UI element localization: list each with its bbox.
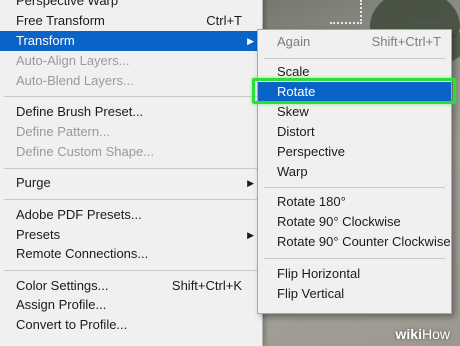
menu-item-label: Presets xyxy=(16,227,61,242)
submenu-separator xyxy=(264,187,445,188)
submenu-item-label: Skew xyxy=(277,104,309,119)
menu-item-label: Define Custom Shape... xyxy=(16,144,155,159)
menu-item-color-settings[interactable]: Color Settings... Shift+Ctrl+K xyxy=(0,276,262,296)
submenu-item-label: Rotate 90° Clockwise xyxy=(277,214,401,229)
submenu-item-label: Perspective xyxy=(277,144,345,159)
menu-item-label: Define Brush Preset... xyxy=(16,104,144,119)
watermark-suffix: How xyxy=(421,326,450,342)
menu-item-label: Transform xyxy=(16,33,75,48)
menu-item-assign-profile[interactable]: Assign Profile... xyxy=(0,295,262,315)
menu-item-transform[interactable]: Transform ▶ xyxy=(0,31,262,51)
submenu-arrow-icon: ▶ xyxy=(247,178,254,188)
menu-item-shortcut: Shift+Ctrl+K xyxy=(171,278,242,293)
menu-item-label: Color Settings... xyxy=(16,278,109,293)
submenu-item-label: Again xyxy=(277,34,311,49)
menu-item-label: Perspective Warp xyxy=(16,0,119,8)
menu-item-label: Remote Connections... xyxy=(16,246,149,261)
transform-submenu: Again Shift+Ctrl+T Scale Rotate Skew Dis… xyxy=(257,29,452,314)
menu-separator xyxy=(4,168,258,169)
submenu-item-label: Warp xyxy=(277,164,308,179)
menu-item-define-custom-shape[interactable]: Define Custom Shape... xyxy=(0,142,262,162)
menu-item-label: Auto-Align Layers... xyxy=(16,53,130,68)
menu-item-label: Assign Profile... xyxy=(16,297,107,312)
submenu-item-rotate-90-counter-clockwise[interactable]: Rotate 90° Counter Clockwise xyxy=(258,232,451,252)
submenu-separator xyxy=(264,58,445,59)
menu-item-shortcut: Ctrl+T xyxy=(206,13,242,28)
menu-item-label: Define Pattern... xyxy=(16,124,110,139)
menu-item-perspective-warp[interactable]: Perspective Warp xyxy=(0,0,262,11)
menu-item-auto-align-layers[interactable]: Auto-Align Layers... xyxy=(0,51,262,71)
submenu-item-label: Distort xyxy=(277,124,315,139)
submenu-item-again[interactable]: Again Shift+Ctrl+T xyxy=(258,32,451,52)
submenu-item-label: Flip Vertical xyxy=(277,286,345,301)
menu-item-label: Purge xyxy=(16,175,51,190)
menu-item-auto-blend-layers[interactable]: Auto-Blend Layers... xyxy=(0,71,262,91)
submenu-item-rotate-180[interactable]: Rotate 180° xyxy=(258,192,451,212)
menu-item-label: Adobe PDF Presets... xyxy=(16,207,142,222)
watermark-prefix: wiki xyxy=(395,326,422,342)
menu-item-label: Convert to Profile... xyxy=(16,317,128,332)
submenu-item-skew[interactable]: Skew xyxy=(258,102,451,122)
menu-item-define-brush-preset[interactable]: Define Brush Preset... xyxy=(0,102,262,122)
menu-separator xyxy=(4,199,258,200)
submenu-item-label: Flip Horizontal xyxy=(277,266,361,281)
menu-item-remote-connections[interactable]: Remote Connections... xyxy=(0,244,262,264)
menu-separator xyxy=(4,96,258,97)
menu-separator xyxy=(4,270,258,271)
menu-item-adobe-pdf-presets[interactable]: Adobe PDF Presets... xyxy=(0,205,262,225)
submenu-item-label: Rotate 90° Counter Clockwise xyxy=(277,234,451,249)
menu-item-purge[interactable]: Purge ▶ xyxy=(0,173,262,193)
submenu-item-label: Rotate 180° xyxy=(277,194,346,209)
submenu-arrow-icon: ▶ xyxy=(247,36,254,46)
menu-item-define-pattern[interactable]: Define Pattern... xyxy=(0,122,262,142)
menu-item-label: Auto-Blend Layers... xyxy=(16,73,134,88)
submenu-item-flip-vertical[interactable]: Flip Vertical xyxy=(258,284,451,304)
menu-item-label: Free Transform xyxy=(16,13,105,28)
submenu-arrow-icon: ▶ xyxy=(247,230,254,240)
submenu-item-perspective[interactable]: Perspective xyxy=(258,142,451,162)
edit-menu: Perspective Warp Free Transform Ctrl+T T… xyxy=(0,0,263,346)
menu-item-free-transform[interactable]: Free Transform Ctrl+T xyxy=(0,11,262,31)
submenu-item-distort[interactable]: Distort xyxy=(258,122,451,142)
submenu-item-rotate-90-clockwise[interactable]: Rotate 90° Clockwise xyxy=(258,212,451,232)
wikihow-watermark: wikiHow xyxy=(396,326,450,342)
menu-item-presets[interactable]: Presets ▶ xyxy=(0,225,262,245)
submenu-item-flip-horizontal[interactable]: Flip Horizontal xyxy=(258,264,451,284)
selection-marquee xyxy=(330,0,362,24)
callout-highlight-outline xyxy=(252,78,456,104)
submenu-item-warp[interactable]: Warp xyxy=(258,162,451,182)
submenu-separator xyxy=(264,258,445,259)
menu-item-convert-to-profile[interactable]: Convert to Profile... xyxy=(0,315,262,335)
submenu-item-shortcut: Shift+Ctrl+T xyxy=(371,34,441,49)
